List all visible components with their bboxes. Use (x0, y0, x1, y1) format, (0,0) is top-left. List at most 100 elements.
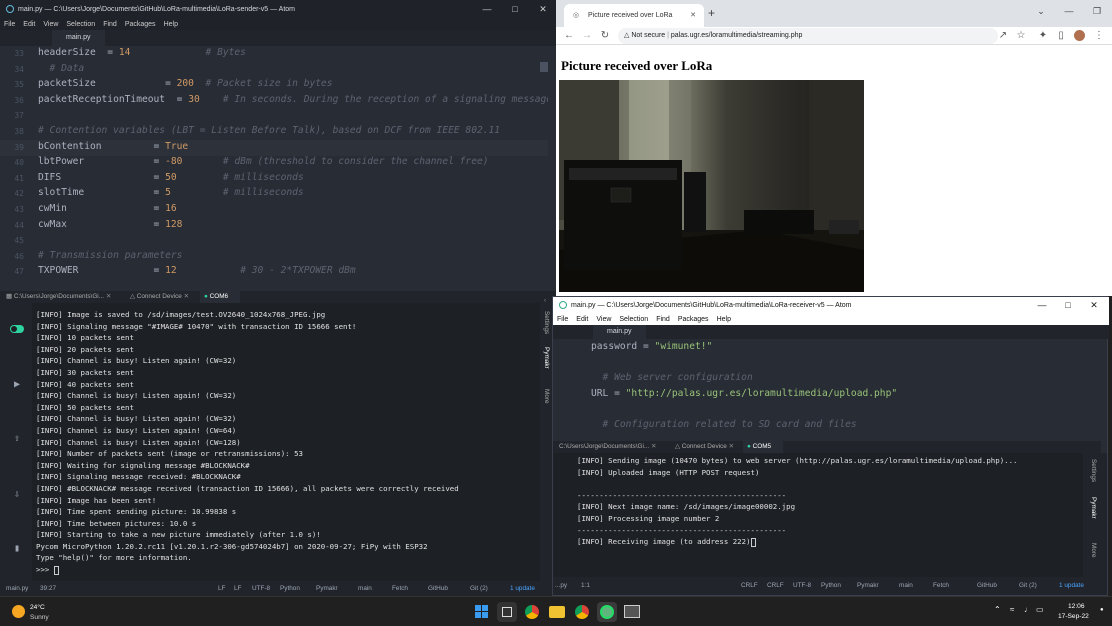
file-explorer-icon[interactable] (547, 602, 567, 622)
status-filename[interactable]: ...py (555, 577, 567, 595)
avatar[interactable] (1072, 28, 1086, 44)
task-view-icon[interactable] (497, 602, 517, 622)
browser-tab[interactable]: ◎ Picture received over LoRa ✕ (564, 4, 704, 27)
status-github[interactable]: GitHub (428, 581, 448, 596)
wifi-icon[interactable]: ≈ (1010, 605, 1014, 614)
connect-toggle-icon[interactable] (10, 323, 24, 335)
status-branch[interactable]: main (899, 577, 913, 595)
sender-titlebar[interactable]: main.py — C:\Users\Jorge\Documents\GitHu… (0, 0, 556, 18)
panel-tab-connect-device[interactable]: △ Connect Device ✕ (671, 441, 743, 453)
forward-icon[interactable]: → (580, 28, 594, 44)
panel-tab-connect-device[interactable]: △ Connect Device ✕ (126, 291, 198, 303)
tab-main-py[interactable]: main.py (593, 325, 646, 339)
run-icon[interactable]: ▶ (10, 379, 24, 391)
panel-tab-path[interactable]: C:\Users\Jorge\Documents\Gi... ✕ (555, 441, 671, 453)
status-grammar[interactable]: Python (280, 581, 300, 596)
start-icon[interactable] (472, 602, 492, 622)
status-git[interactable]: Git (2) (470, 581, 488, 596)
status-cursor[interactable]: 39:27 (40, 581, 56, 596)
close-button[interactable]: ✕ (530, 0, 556, 18)
browser-restore-button[interactable]: ❐ (1084, 2, 1110, 20)
status-filename[interactable]: main.py (6, 581, 28, 596)
star-icon[interactable]: ☆ (1014, 28, 1028, 44)
atom-app-icon[interactable] (597, 602, 617, 622)
receiver-minimize-button[interactable]: — (1029, 297, 1055, 313)
settings-panel-label[interactable]: Settings (1090, 459, 1097, 482)
status-encoding[interactable]: UTF-8 (252, 581, 270, 596)
status-encoding[interactable]: UTF-8 (793, 577, 811, 595)
menu-edit[interactable]: Edit (23, 21, 35, 28)
collapse-icon[interactable]: ‹ (544, 297, 546, 304)
receiver-pymakr-console[interactable]: [INFO] Sending image (10470 bytes) to we… (553, 453, 1083, 577)
notification-icon[interactable]: ● (1100, 607, 1104, 613)
status-line-ending-2[interactable]: LF (234, 581, 241, 596)
status-update[interactable]: 1 update (510, 581, 535, 596)
share-icon[interactable]: ↗ (996, 28, 1010, 44)
settings-panel-label[interactable]: Settings (543, 311, 550, 334)
status-pymakr[interactable]: Pymakr (316, 581, 338, 596)
menu-edit[interactable]: Edit (576, 316, 588, 323)
pymakr-panel-label[interactable]: Pymakr (1090, 497, 1097, 519)
upload-icon[interactable]: ⇧ (10, 433, 24, 445)
menu-file[interactable]: File (4, 21, 15, 28)
receiver-close-button[interactable]: ✕ (1081, 297, 1107, 313)
sender-code-editor[interactable]: 33 headerSize = 14 # Bytes 34 # Data 35 pack… (0, 46, 548, 288)
minimize-button[interactable]: — (474, 0, 500, 18)
menu-help[interactable]: Help (717, 316, 731, 323)
tab-main-py[interactable]: main.py (52, 30, 105, 46)
menu-find[interactable]: Find (656, 316, 670, 323)
menu-file[interactable]: File (557, 316, 568, 323)
menu-view[interactable]: View (43, 21, 58, 28)
status-line-ending[interactable]: LF (218, 581, 225, 596)
back-icon[interactable]: ← (562, 28, 576, 44)
menu-view[interactable]: View (596, 316, 611, 323)
editor-scrollbar[interactable] (540, 62, 548, 72)
menu-help[interactable]: Help (164, 21, 178, 28)
panel-tab-com5[interactable]: ● COM5 (743, 441, 783, 453)
status-git[interactable]: Git (2) (1019, 577, 1037, 595)
more-panel-label[interactable]: More (543, 389, 550, 404)
menu-find[interactable]: Find (103, 21, 117, 28)
menu-selection[interactable]: Selection (619, 316, 648, 323)
receiver-maximize-button[interactable]: □ (1055, 297, 1081, 313)
status-update[interactable]: 1 update (1059, 577, 1084, 595)
close-tab-icon[interactable]: ✕ (690, 4, 696, 27)
status-pymakr[interactable]: Pymakr (857, 577, 879, 595)
reload-icon[interactable]: ↻ (598, 28, 612, 44)
panel-tab-path[interactable]: ▦ C:\Users\Jorge\Documents\Gi... ✕ (2, 291, 122, 303)
status-line-ending[interactable]: CRLF (741, 577, 758, 595)
new-tab-icon[interactable]: + (708, 6, 715, 20)
console-cursor[interactable] (53, 565, 59, 575)
delete-icon[interactable]: ▮ (10, 543, 24, 555)
status-branch[interactable]: main (358, 581, 372, 596)
sidepanel-icon[interactable]: ▯ (1054, 28, 1068, 44)
battery-icon[interactable]: ▭ (1036, 605, 1044, 614)
menu-packages[interactable]: Packages (125, 21, 156, 28)
panel-tab-com6[interactable]: ● COM6 (200, 291, 240, 303)
extensions-icon[interactable]: ✦ (1036, 28, 1050, 44)
browser-minimize-button[interactable]: — (1056, 2, 1082, 20)
chevron-up-icon[interactable]: ⌃ (994, 605, 1001, 614)
pymakr-panel-label[interactable]: Pymakr (543, 347, 550, 369)
menu-dots-icon[interactable]: ⋮ (1092, 28, 1106, 44)
menu-selection[interactable]: Selection (66, 21, 95, 28)
chrome-icon[interactable] (522, 602, 542, 622)
volume-icon[interactable]: ♩ (1024, 605, 1032, 614)
status-github[interactable]: GitHub (977, 577, 997, 595)
menu-packages[interactable]: Packages (678, 316, 709, 323)
more-panel-label[interactable]: More (1090, 543, 1097, 558)
clock-date[interactable]: 17-Sep-22 (1058, 613, 1089, 620)
clock-time[interactable]: 12:06 (1068, 603, 1085, 610)
maximize-button[interactable]: □ (502, 0, 528, 18)
status-cursor[interactable]: 1:1 (581, 577, 590, 595)
status-fetch[interactable]: Fetch (392, 581, 408, 596)
download-icon[interactable]: ⇩ (10, 489, 24, 501)
status-fetch[interactable]: Fetch (933, 577, 949, 595)
photos-icon[interactable] (622, 602, 642, 622)
receiver-titlebar[interactable]: main.py — C:\Users\Jorge\Documents\GitHu… (553, 297, 1109, 313)
chevron-down-icon[interactable]: ⌄ (1028, 2, 1054, 20)
chrome-icon-2[interactable] (572, 602, 592, 622)
status-line-ending-2[interactable]: CRLF (767, 577, 784, 595)
receiver-code-editor[interactable]: password = "wimunet!" # Web server confi… (553, 339, 1101, 435)
status-grammar[interactable]: Python (821, 577, 841, 595)
